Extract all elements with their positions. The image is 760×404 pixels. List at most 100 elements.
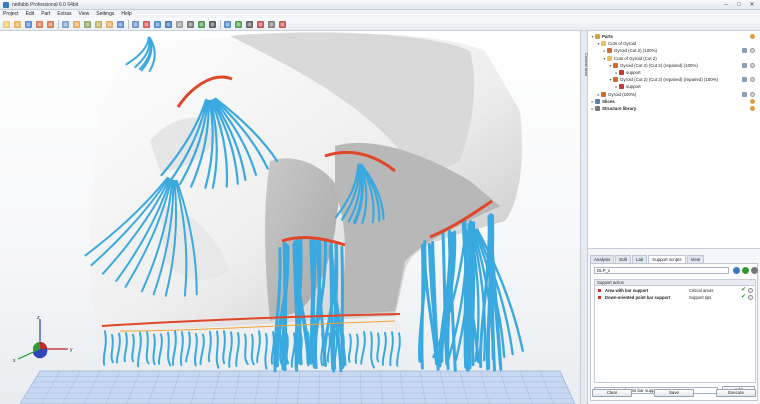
tab-support-scripts[interactable]: Support scripts xyxy=(648,255,686,263)
maximize-button[interactable]: □ xyxy=(735,1,743,9)
row-action: Down-oriented point bar support xyxy=(605,295,671,300)
pen-icon[interactable] xyxy=(245,20,254,29)
measure-icon[interactable] xyxy=(175,20,184,29)
library-icon xyxy=(595,106,600,111)
open-icon[interactable] xyxy=(13,20,22,29)
tree-node[interactable]: ▸ Slices xyxy=(590,98,615,105)
view-icon[interactable] xyxy=(131,20,140,29)
brush-icon[interactable] xyxy=(256,20,265,29)
script-select[interactable]: DLP_x xyxy=(594,267,729,274)
execute-button[interactable]: Execute xyxy=(716,389,756,397)
tree-node[interactable]: ▸ Gyroid (100%) xyxy=(596,91,636,98)
menu-settings[interactable]: Settings xyxy=(96,11,114,17)
group-status-icon[interactable] xyxy=(750,34,755,39)
scale-icon[interactable] xyxy=(208,20,217,29)
tree-node-label: Cuts of Gyroid (Cut 2) xyxy=(614,55,657,61)
visibility-icon[interactable] xyxy=(742,62,747,68)
table-row[interactable]: Area with bar support Critical areas ✔ xyxy=(595,287,755,294)
cut-icon[interactable] xyxy=(164,20,173,29)
select-icon[interactable] xyxy=(61,20,70,29)
menu-view[interactable]: View xyxy=(79,11,90,17)
status-icon[interactable] xyxy=(750,48,755,54)
gyroid-model xyxy=(90,32,522,344)
group-status-icon[interactable] xyxy=(750,106,755,111)
search-icon[interactable] xyxy=(116,20,125,29)
tree-node[interactable]: ▸ support xyxy=(614,69,641,76)
menu-edit[interactable]: Edit xyxy=(26,11,35,17)
axis-label-y: y xyxy=(70,347,73,353)
minimize-button[interactable]: – xyxy=(722,1,730,9)
table-row[interactable]: Down-oriented point bar support Support … xyxy=(595,294,755,301)
3d-viewport[interactable]: z y x xyxy=(0,31,580,404)
check-icon[interactable]: ✔ xyxy=(741,294,746,301)
context-area-tab[interactable]: Context area xyxy=(580,31,589,404)
clear-button[interactable]: Clear xyxy=(592,389,632,397)
grid-icon[interactable] xyxy=(223,20,232,29)
menu-extras[interactable]: Extras xyxy=(57,11,71,17)
visibility-icon[interactable] xyxy=(742,48,747,54)
tree-node[interactable]: ▸ Structure library xyxy=(590,105,636,112)
slice-icon[interactable] xyxy=(153,20,162,29)
new-icon[interactable] xyxy=(2,20,11,29)
tab-edit[interactable]: Edit xyxy=(615,255,631,263)
visibility-icon[interactable] xyxy=(742,91,747,97)
tree-node[interactable]: ▸ support xyxy=(614,83,641,90)
lasso-icon[interactable] xyxy=(94,20,103,29)
visibility-icon[interactable] xyxy=(742,77,747,83)
undo-icon[interactable] xyxy=(35,20,44,29)
tree-node[interactable]: ▾ Parts xyxy=(590,33,613,40)
toolbar-separator xyxy=(58,20,59,29)
remove-icon[interactable] xyxy=(748,288,753,293)
tree-node[interactable]: ▾ Cuts of Gyroid (Cut 2) xyxy=(602,55,657,62)
build-scene xyxy=(19,32,576,404)
menu-project[interactable]: Project xyxy=(3,11,19,17)
part-icon xyxy=(613,62,618,68)
tree-node-label: Structure library xyxy=(602,106,637,111)
row-bullet-icon xyxy=(598,296,601,299)
status-icon[interactable] xyxy=(750,77,755,83)
row-target: Support tips xyxy=(689,295,712,300)
menu-part[interactable]: Part xyxy=(41,11,50,17)
menu-help[interactable]: Help xyxy=(121,11,131,17)
script-delete-icon[interactable] xyxy=(751,267,758,274)
tree-node-label: support xyxy=(626,70,641,75)
save-button[interactable]: Save xyxy=(654,389,694,397)
check-icon[interactable] xyxy=(234,20,243,29)
toolbar xyxy=(0,18,760,31)
tab-view[interactable]: View xyxy=(686,255,704,263)
tree-node-label: Gyroid (Cut 2) (100%) xyxy=(614,48,657,54)
script-add-icon[interactable] xyxy=(742,267,749,274)
zoom-icon[interactable] xyxy=(105,20,114,29)
transform-icon[interactable] xyxy=(72,20,81,29)
part-icon xyxy=(607,48,612,54)
slices-icon xyxy=(595,98,600,104)
support-icon[interactable] xyxy=(142,20,151,29)
tree-node[interactable]: ▾ Gyroid (Cut 2) (Cut 2) (repaired) (100%… xyxy=(608,62,698,69)
column-support-action: Support action xyxy=(595,280,755,286)
save-icon[interactable] xyxy=(24,20,33,29)
support-actions-table: Support action Area with bar support Cri… xyxy=(594,279,756,383)
status-icon[interactable] xyxy=(750,91,755,97)
text-icon[interactable] xyxy=(267,20,276,29)
rotate-icon[interactable] xyxy=(83,20,92,29)
tree-node[interactable]: ▾ Cuts of Gyroid xyxy=(596,40,636,47)
menu-bar: Project Edit Part Extras View Settings H… xyxy=(0,10,760,18)
repair-icon[interactable] xyxy=(197,20,206,29)
tab-analysis[interactable]: Analysis xyxy=(590,255,615,263)
build-platform xyxy=(19,370,576,404)
close-button[interactable]: ✕ xyxy=(748,1,756,9)
redo-icon[interactable] xyxy=(46,20,55,29)
status-icon[interactable] xyxy=(750,62,755,68)
toolbar-separator xyxy=(128,20,129,29)
check-icon[interactable]: ✔ xyxy=(741,287,746,294)
group-status-icon[interactable] xyxy=(750,98,755,104)
remove-icon[interactable] xyxy=(748,295,753,300)
tree-node[interactable]: ▸ Gyroid (Cut 2) (100%) xyxy=(602,47,657,54)
script-new-icon[interactable] xyxy=(733,267,740,274)
tree-node[interactable]: ▾ Gyroid (Cut 2) (Cut 2) (repaired) (repa… xyxy=(608,76,718,83)
parts-icon xyxy=(595,34,600,39)
align-icon[interactable] xyxy=(186,20,195,29)
tree-node-label: Parts xyxy=(602,34,613,39)
wand-icon[interactable] xyxy=(278,20,287,29)
tab-lab[interactable]: Lab xyxy=(631,255,648,263)
